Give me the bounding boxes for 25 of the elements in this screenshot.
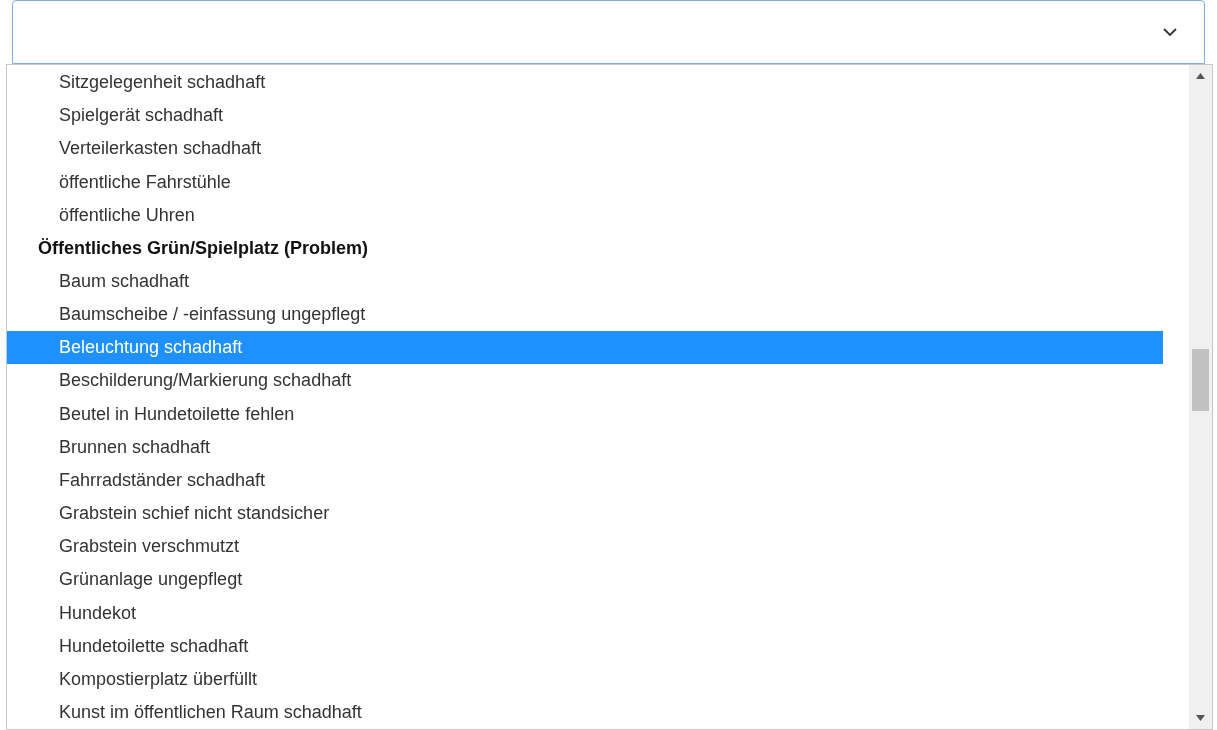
option-item[interactable]: Grünanlage ungepflegt	[7, 563, 1163, 597]
option-item[interactable]: Grabstein verschmutzt	[7, 530, 1163, 564]
scroll-up-icon	[1196, 73, 1205, 79]
scrollbar-thumb[interactable]	[1192, 349, 1209, 411]
scroll-down-icon	[1196, 715, 1205, 721]
scrollbar[interactable]	[1189, 65, 1212, 729]
option-item[interactable]: öffentliche Fahrstühle	[7, 165, 1163, 199]
option-item[interactable]: Brunnen schadhaft	[7, 430, 1163, 464]
option-item[interactable]: Spielgerät schadhaft	[7, 99, 1163, 133]
option-item[interactable]: Beutel in Hundetoilette fehlen	[7, 397, 1163, 431]
option-item[interactable]: Grabstein schief nicht standsicher	[7, 497, 1163, 531]
option-item[interactable]: Hundekot	[7, 596, 1163, 630]
option-item[interactable]: Beschilderung/Markierung schadhaft	[7, 364, 1163, 398]
option-item[interactable]: Fahrradständer schadhaft	[7, 463, 1163, 498]
option-item[interactable]: Sitzgelegenheit schadhaft	[7, 66, 1163, 100]
option-item[interactable]: öffentliche Uhren	[7, 198, 1163, 232]
option-item[interactable]: Baumscheibe / -einfassung ungepflegt	[7, 298, 1163, 332]
option-item[interactable]: Verteilerkasten schadhaft	[7, 132, 1163, 166]
option-item[interactable]: Hundetoilette schadhaft	[7, 629, 1163, 663]
option-item[interactable]: Kompostierplatz überfüllt	[7, 662, 1163, 696]
option-item[interactable]: Baum schadhaft	[7, 264, 1163, 299]
option-item[interactable]: Kunst im öffentlichen Raum schadhaft	[7, 695, 1163, 730]
dropdown-select[interactable]	[12, 0, 1205, 64]
group-header: Öffentliches Grün/Spielplatz (Problem)	[37, 236, 370, 260]
chevron-down-icon	[1162, 27, 1178, 37]
